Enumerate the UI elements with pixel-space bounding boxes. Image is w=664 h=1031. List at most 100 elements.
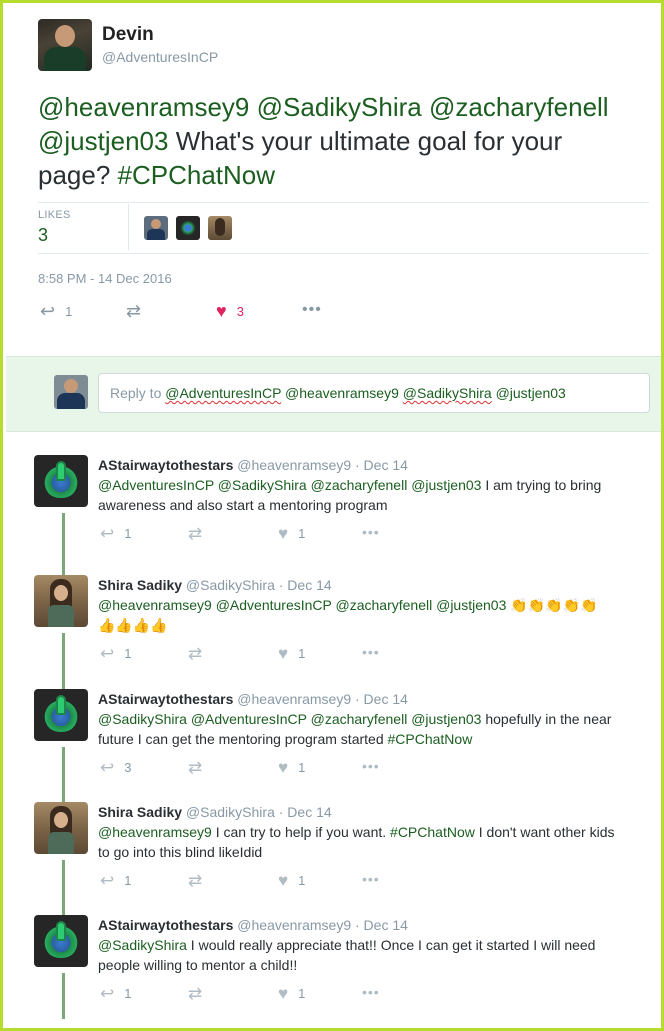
like-button[interactable]: ♥ 3 [216, 302, 244, 320]
tweet-text-segment: I don't want other kids [474, 824, 615, 840]
retweet-button[interactable]: ⇄ [188, 645, 202, 662]
like-button[interactable]: ♥ 1 [278, 872, 305, 889]
like-button[interactable]: ♥ 1 [278, 985, 305, 1002]
retweet-icon: ⇄ [188, 984, 203, 1003]
mention-link[interactable]: @justjen03 [38, 126, 168, 156]
reply-button[interactable]: ↩ 3 [100, 759, 131, 776]
reply-text: @AdventuresInCP @SadikyShira @zacharyfen… [98, 475, 643, 515]
mention-link[interactable]: @SadikyShira [218, 477, 307, 493]
reply-text-line: people willing to mentor a child!! [98, 955, 643, 975]
reply-author-name[interactable]: AStairwaytothestars [98, 691, 233, 707]
retweet-button[interactable]: ⇄ [188, 525, 202, 542]
hashtag-link[interactable]: #CPChatNow [118, 160, 276, 190]
reply-author-name[interactable]: Shira Sadiky [98, 577, 182, 593]
mention-link[interactable]: @heavenramsey9 [38, 92, 249, 122]
reply-mention: @SadikyShira [402, 385, 492, 401]
emoji: 👏👏👏👏👏 [510, 597, 598, 613]
reply-count: 1 [124, 986, 132, 1001]
like-button[interactable]: ♥ 1 [278, 525, 305, 542]
reply-header: Shira Sadiky @SadikyShira · Dec 14 [98, 577, 332, 593]
more-button[interactable]: ••• [362, 872, 380, 886]
more-button[interactable]: ••• [302, 302, 322, 318]
like-button[interactable]: ♥ 1 [278, 759, 305, 776]
like-count: 1 [298, 526, 306, 541]
reply-button[interactable]: ↩ 1 [100, 645, 131, 662]
reply-date[interactable]: · Dec 14 [355, 457, 408, 473]
liker-avatar[interactable] [176, 216, 200, 240]
more-button[interactable]: ••• [362, 525, 380, 539]
reply-text-line: 👍👍👍👍 [98, 615, 643, 635]
mention-link[interactable]: @zacharyfenell [336, 597, 433, 613]
reply-author-avatar[interactable] [34, 915, 88, 967]
reply-date[interactable]: · Dec 14 [279, 804, 332, 820]
like-button[interactable]: ♥ 1 [278, 645, 305, 662]
reply-date[interactable]: · Dec 14 [279, 577, 332, 593]
reply-button[interactable]: ↩ 1 [100, 525, 131, 542]
likes-count[interactable]: 3 [38, 225, 48, 246]
mention-link[interactable]: @AdventuresInCP [98, 477, 214, 493]
reply-author-handle[interactable]: @heavenramsey9 [233, 457, 355, 473]
reply-author-avatar[interactable] [34, 455, 88, 507]
hashtag-link[interactable]: #CPChatNow [388, 731, 473, 747]
mention-link[interactable]: @zacharyfenell [311, 477, 408, 493]
tweet-text-segment: future I can get the mentoring program s… [98, 731, 388, 747]
reply-button[interactable]: ↩ 1 [40, 302, 72, 320]
mention-link[interactable]: @justjen03 [411, 477, 481, 493]
tweet-text-segment: awareness and also start a mentoring pro… [98, 497, 388, 513]
reply-text: @SadikyShira I would really appreciate t… [98, 935, 643, 975]
author-name[interactable]: Devin [102, 24, 154, 46]
retweet-button[interactable]: ⇄ [188, 872, 202, 889]
reply-author-name[interactable]: AStairwaytothestars [98, 457, 233, 473]
retweet-button[interactable]: ⇄ [188, 985, 202, 1002]
mention-link[interactable]: @heavenramsey9 [98, 824, 212, 840]
mention-link[interactable]: @SadikyShira [98, 937, 187, 953]
reply-author-handle[interactable]: @SadikyShira [182, 804, 279, 820]
more-icon: ••• [362, 758, 380, 774]
emoji: 👍👍👍👍 [98, 617, 168, 633]
mention-link[interactable]: @SadikyShira [257, 92, 422, 122]
like-count: 1 [298, 646, 306, 661]
retweet-button[interactable]: ⇄ [188, 759, 202, 776]
author-handle[interactable]: @AdventuresInCP [102, 49, 218, 65]
reply-actions: ↩ 1 ⇄ ♥ 1 ••• [98, 872, 398, 892]
author-avatar[interactable] [38, 19, 92, 71]
reply-author-name[interactable]: Shira Sadiky [98, 804, 182, 820]
mention-link[interactable]: @SadikyShira [98, 711, 187, 727]
retweet-icon: ⇄ [188, 524, 203, 543]
liker-avatar[interactable] [144, 216, 168, 240]
more-button[interactable]: ••• [362, 759, 380, 773]
reply-author-avatar[interactable] [34, 689, 88, 741]
reply-author-handle[interactable]: @heavenramsey9 [233, 691, 355, 707]
mention-link[interactable]: @heavenramsey9 [98, 597, 212, 613]
more-button[interactable]: ••• [362, 645, 380, 659]
reply-date[interactable]: · Dec 14 [355, 691, 408, 707]
reply-author-handle[interactable]: @heavenramsey9 [233, 917, 355, 933]
mention-link[interactable]: @justjen03 [411, 711, 481, 727]
reply-text-line: awareness and also start a mentoring pro… [98, 495, 643, 515]
reply-count: 1 [124, 873, 132, 888]
reply-author-avatar[interactable] [34, 575, 88, 627]
mention-link[interactable]: @AdventuresInCP [216, 597, 332, 613]
mention-link[interactable]: @AdventuresInCP [191, 711, 307, 727]
reply-button[interactable]: ↩ 1 [100, 872, 131, 889]
reply-button[interactable]: ↩ 1 [100, 985, 131, 1002]
hashtag-link[interactable]: #CPChatNow [390, 824, 475, 840]
reply-actions: ↩ 3 ⇄ ♥ 1 ••• [98, 759, 398, 779]
retweet-button[interactable]: ⇄ [126, 302, 141, 320]
reply-count: 1 [124, 526, 132, 541]
reply-author-handle[interactable]: @SadikyShira [182, 577, 279, 593]
reply-date[interactable]: · Dec 14 [355, 917, 408, 933]
tweet-timestamp[interactable]: 8:58 PM - 14 Dec 2016 [38, 271, 172, 286]
mention-link[interactable]: @zacharyfenell [429, 92, 609, 122]
mention-link[interactable]: @justjen03 [436, 597, 506, 613]
divider [38, 202, 649, 203]
reply-input[interactable]: Reply to @AdventuresInCP @heavenramsey9 … [98, 373, 650, 413]
more-button[interactable]: ••• [362, 985, 380, 999]
mention-link[interactable]: @zacharyfenell [311, 711, 408, 727]
main-tweet: Devin @AdventuresInCP @heavenramsey9 @Sa… [6, 6, 661, 356]
reply-author-avatar[interactable] [34, 802, 88, 854]
reply-author-name[interactable]: AStairwaytothestars [98, 917, 233, 933]
reply-actions: ↩ 1 ⇄ ♥ 1 ••• [98, 645, 398, 665]
reply-icon: ↩ [100, 524, 115, 543]
liker-avatar[interactable] [208, 216, 232, 240]
